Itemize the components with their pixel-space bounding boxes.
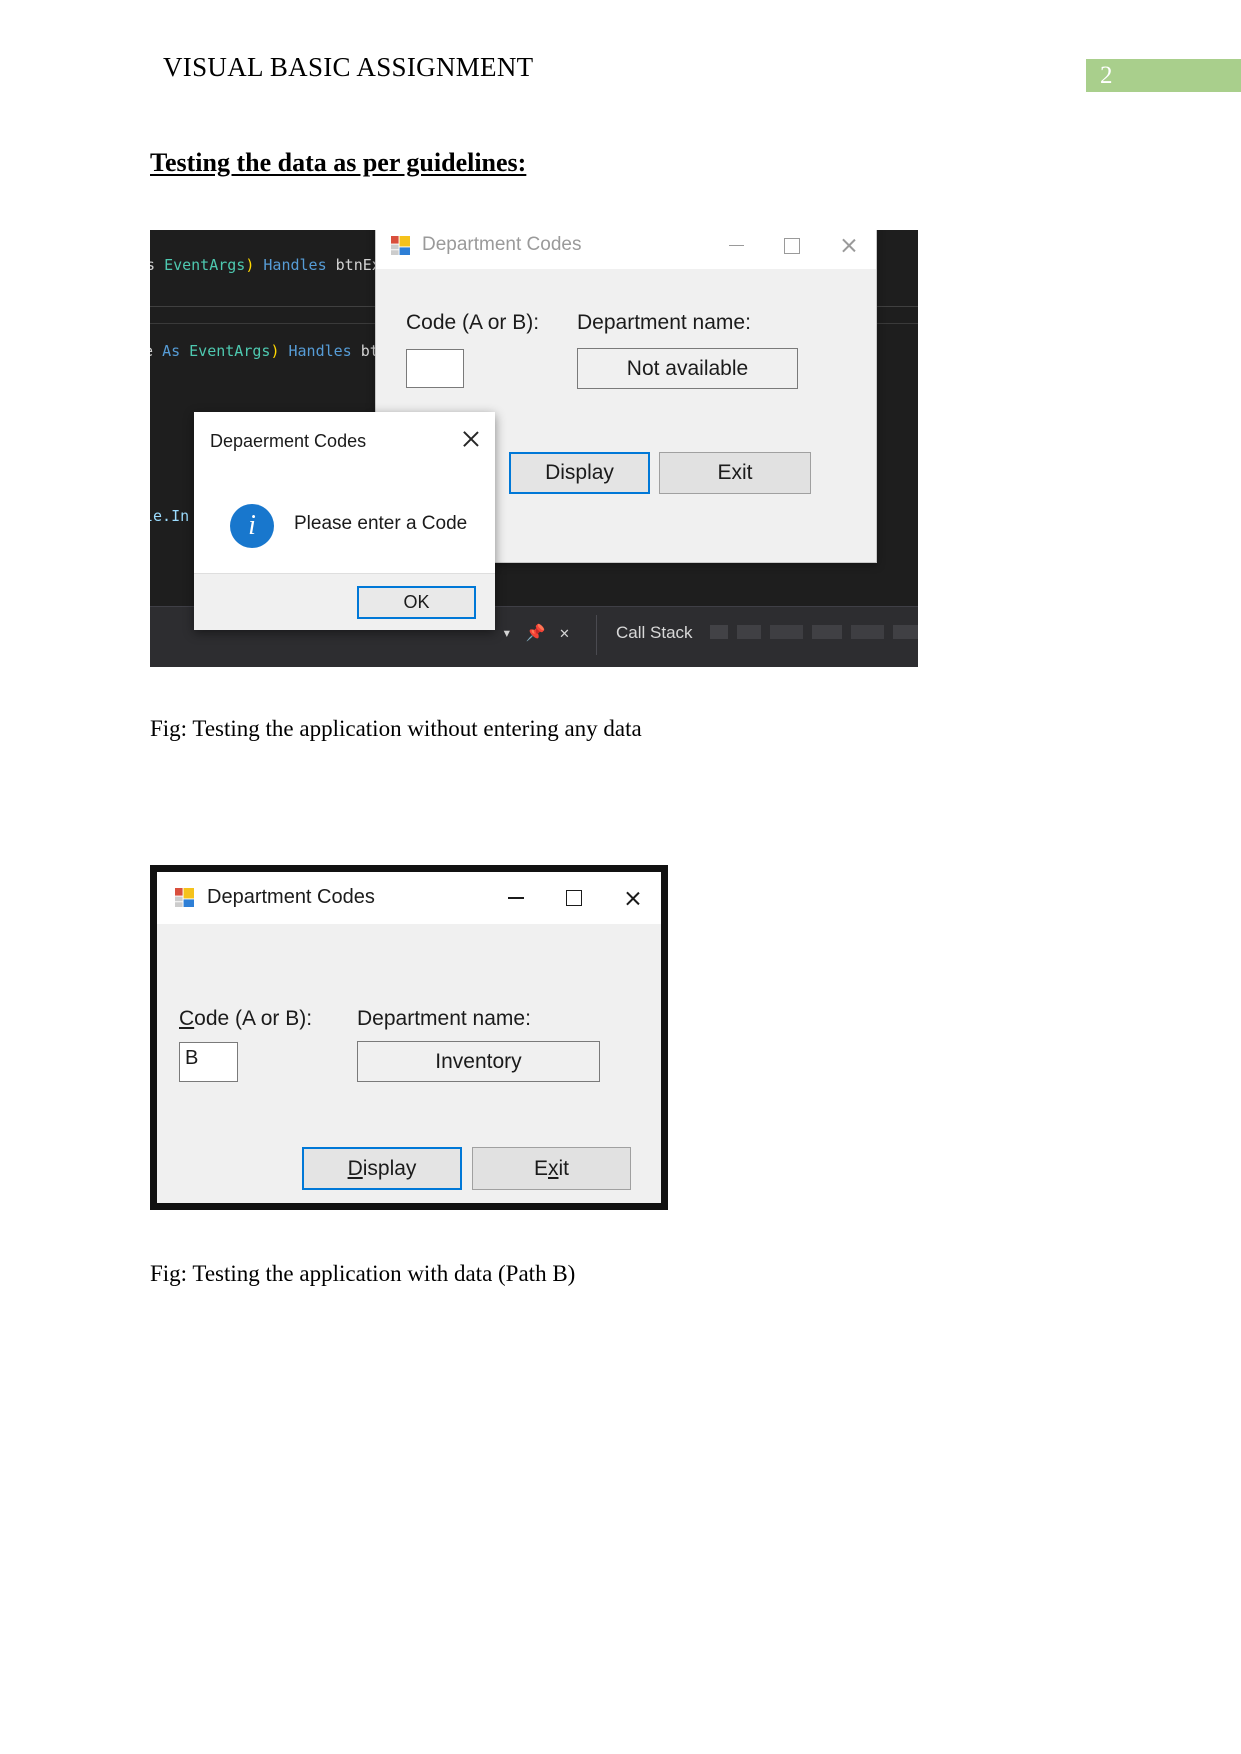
message-box-footer: OK <box>194 573 495 630</box>
department-name-output: Not available <box>577 348 798 389</box>
code-label-accel: C <box>179 1007 195 1030</box>
code-label: Code (A or B): <box>179 1007 312 1031</box>
panel-blurred-text <box>710 625 918 639</box>
ide-code-line: e As EventArgs) Handles bt <box>150 342 379 360</box>
window-caption-buttons <box>708 230 876 269</box>
maximize-button[interactable] <box>764 230 820 269</box>
figure-caption-two: Fig: Testing the application with data (… <box>150 1261 576 1286</box>
figure-caption-one: Fig: Testing the application without ent… <box>150 716 642 741</box>
exit-button-label: Exit <box>717 461 753 484</box>
display-button-label: Display <box>347 1156 417 1180</box>
pin-icon[interactable]: 📌 <box>526 625 546 641</box>
message-box-title: Depaerment Codes <box>210 431 367 451</box>
close-button[interactable] <box>820 230 876 269</box>
ide-panel-toolbar: ▾ 📌 ✕ <box>502 625 569 641</box>
code-label: Code (A or B): <box>406 311 540 334</box>
window-title-bar[interactable]: Department Codes <box>376 230 876 269</box>
close-icon <box>624 890 641 907</box>
code-input[interactable]: B <box>179 1042 238 1082</box>
minimize-button[interactable] <box>708 230 764 269</box>
code-input[interactable] <box>406 349 464 388</box>
code-input-value: B <box>185 1047 199 1069</box>
page-number-text: 2 <box>1100 62 1113 89</box>
document-header-title: VISUAL BASIC ASSIGNMENT <box>163 52 534 82</box>
screenshot-image-one: s EventArgs) Handles btnExit.Click e As … <box>150 230 918 667</box>
ide-code-line: le.In <box>150 507 190 525</box>
tab-call-stack[interactable]: Call Stack <box>616 623 693 643</box>
info-icon: i <box>230 504 274 548</box>
minimize-button[interactable] <box>487 872 545 924</box>
chevron-down-icon[interactable]: ▾ <box>502 625 512 641</box>
screenshot-image-two: Department Codes Code (A or B): B Depart… <box>150 865 668 1210</box>
ok-button-label: OK <box>403 592 430 612</box>
close-icon <box>840 237 857 254</box>
close-icon[interactable] <box>459 428 481 450</box>
panel-separator <box>596 615 597 655</box>
maximize-icon <box>784 237 800 254</box>
maximize-button[interactable] <box>545 872 603 924</box>
department-name-value: Not available <box>626 356 749 380</box>
department-name-label: Department name: <box>577 311 751 334</box>
close-button[interactable] <box>603 872 661 924</box>
page-header: VISUAL BASIC ASSIGNMENT 2 <box>0 0 1241 110</box>
page-number-badge: 2 <box>1086 59 1241 92</box>
window-title: Department Codes <box>207 886 375 908</box>
display-button-label: Display <box>545 461 614 484</box>
close-icon[interactable]: ✕ <box>560 625 570 641</box>
info-icon-glyph: i <box>248 510 256 541</box>
vb-form-icon <box>175 888 194 907</box>
minimize-icon <box>728 244 744 247</box>
department-name-label: Department name: <box>357 1007 531 1030</box>
exit-button[interactable]: Exit <box>659 452 811 494</box>
ok-button[interactable]: OK <box>357 586 476 619</box>
display-button[interactable]: Display <box>302 1147 462 1190</box>
message-box-text: Please enter a Code <box>294 513 468 534</box>
section-heading: Testing the data as per guidelines: <box>150 148 527 177</box>
window-caption-buttons <box>487 872 661 924</box>
maximize-icon <box>566 890 582 906</box>
window-title: Department Codes <box>422 234 582 255</box>
department-name-output: Inventory <box>357 1041 600 1082</box>
window-title-bar[interactable]: Department Codes <box>157 872 661 924</box>
department-name-value: Inventory <box>435 1049 522 1073</box>
exit-button[interactable]: Exit <box>472 1147 631 1190</box>
exit-button-label: Exit <box>533 1156 569 1180</box>
code-label-rest: ode (A or B): <box>194 1007 313 1030</box>
message-box-dialog: Depaerment Codes i Please enter a Code O… <box>194 412 495 630</box>
display-button[interactable]: Display <box>509 452 650 494</box>
minimize-icon <box>508 897 524 899</box>
vb-form-icon <box>391 236 410 255</box>
